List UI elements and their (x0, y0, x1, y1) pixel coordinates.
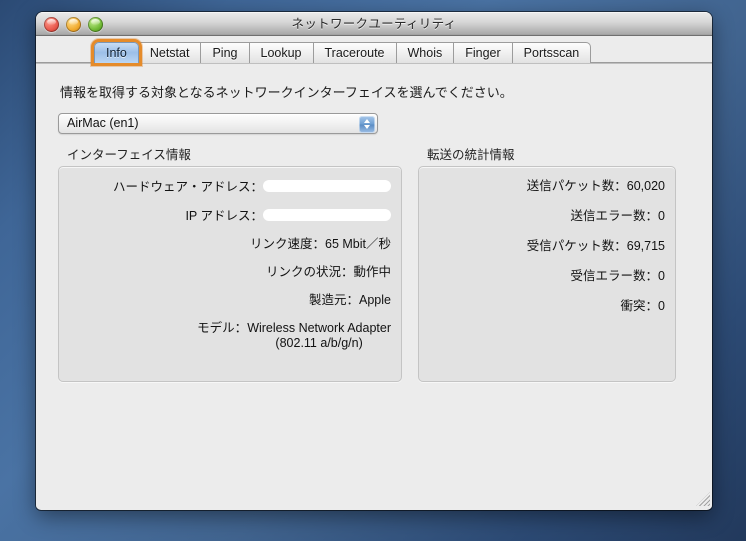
row-value: Wireless Network Adapter (802.11 a/b/g/n… (247, 321, 391, 351)
row-label: ハードウェア・アドレス： (112, 180, 263, 194)
row-value: 65 Mbit／秒 (325, 237, 391, 251)
row-received-packets: 受信パケット数： 69,715 (429, 239, 665, 254)
transfer-stats-box: 送信パケット数： 60,020 送信エラー数： 0 受信パケット数： 69,71… (418, 166, 676, 382)
tab-netstat[interactable]: Netstat (138, 42, 202, 63)
info-panel: 情報を取得する対象となるネットワークインターフェイスを選んでください。 AirM… (36, 64, 712, 508)
row-value: 0 (658, 299, 665, 313)
row-label: 送信パケット数： (526, 179, 627, 193)
transfer-stats-title: 転送の統計情報 (427, 148, 515, 162)
row-receive-errors: 受信エラー数： 0 (429, 269, 665, 284)
row-label: 受信パケット数： (526, 239, 627, 253)
row-send-errors: 送信エラー数： 0 (429, 209, 665, 224)
row-label: 製造元： (309, 293, 360, 307)
row-value: 60,020 (626, 179, 665, 193)
tab-whois[interactable]: Whois (396, 42, 455, 63)
transfer-stats-group: 転送の統計情報 送信パケット数： 60,020 送信エラー数： 0 受信パケット… (418, 144, 676, 382)
interface-info-title: インターフェイス情報 (67, 148, 191, 162)
redacted-value-bar (263, 209, 391, 221)
row-ip-address: IP アドレス： (69, 208, 391, 224)
row-sent-packets: 送信パケット数： 60,020 (429, 179, 665, 194)
tab-portsscan[interactable]: Portsscan (512, 42, 592, 63)
window-titlebar[interactable]: ネットワークユーティリティ (36, 12, 712, 36)
interface-info-box: ハードウェア・アドレス： IP アドレス： リンク速度： 65 Mbit／秒 リ… (58, 166, 402, 382)
arrow-up-icon (364, 119, 370, 123)
row-label: 衝突： (620, 299, 659, 313)
row-value: Apple (359, 293, 391, 307)
interface-select-value: AirMac (en1) (67, 116, 139, 130)
tab-finger[interactable]: Finger (454, 42, 513, 63)
up-down-arrows-icon[interactable] (359, 115, 375, 133)
interface-info-group: インターフェイス情報 ハードウェア・アドレス： IP アドレス： リンク速度： … (58, 144, 402, 382)
row-value: 69,715 (626, 239, 665, 253)
tab-ping[interactable]: Ping (201, 42, 250, 63)
row-value: 0 (658, 269, 665, 283)
row-value: 動作中 (353, 265, 391, 279)
row-label: リンク速度： (249, 237, 325, 251)
tab-bar: Info Netstat Ping Lookup Traceroute Whoi… (36, 36, 712, 64)
row-link-status: リンクの状況： 動作中 (69, 265, 391, 280)
row-label: 受信エラー数： (570, 269, 659, 283)
tab-strip: Info Netstat Ping Lookup Traceroute Whoi… (36, 41, 712, 63)
row-value: 0 (658, 209, 665, 223)
row-link-speed: リンク速度： 65 Mbit／秒 (69, 237, 391, 252)
row-value-line1: Wireless Network Adapter (247, 321, 391, 335)
row-label: 送信エラー数： (570, 209, 659, 223)
tab-info[interactable]: Info (94, 42, 139, 63)
redacted-value-bar (263, 180, 391, 192)
resize-handle-icon[interactable] (696, 492, 710, 506)
row-model: モデル： Wireless Network Adapter (802.11 a/… (69, 321, 391, 351)
interface-select[interactable]: AirMac (en1) (58, 113, 378, 134)
row-label: リンクの状況： (265, 265, 354, 279)
tab-traceroute[interactable]: Traceroute (313, 42, 397, 63)
row-label: モデル： (197, 321, 248, 335)
row-hardware-address: ハードウェア・アドレス： (69, 179, 391, 195)
row-vendor: 製造元： Apple (69, 293, 391, 308)
instruction-text: 情報を取得する対象となるネットワークインターフェイスを選んでください。 (60, 85, 513, 100)
row-collisions: 衝突： 0 (429, 299, 665, 314)
tab-lookup[interactable]: Lookup (249, 42, 314, 63)
row-label: IP アドレス： (185, 209, 263, 223)
arrow-down-icon (364, 125, 370, 129)
row-value-line2: (802.11 a/b/g/n) (275, 336, 363, 350)
info-groups: インターフェイス情報 ハードウェア・アドレス： IP アドレス： リンク速度： … (58, 144, 690, 382)
window-title: ネットワークユーティリティ (291, 17, 457, 31)
network-utility-window: ネットワークユーティリティ Info Netstat Ping Lookup T… (36, 12, 712, 510)
